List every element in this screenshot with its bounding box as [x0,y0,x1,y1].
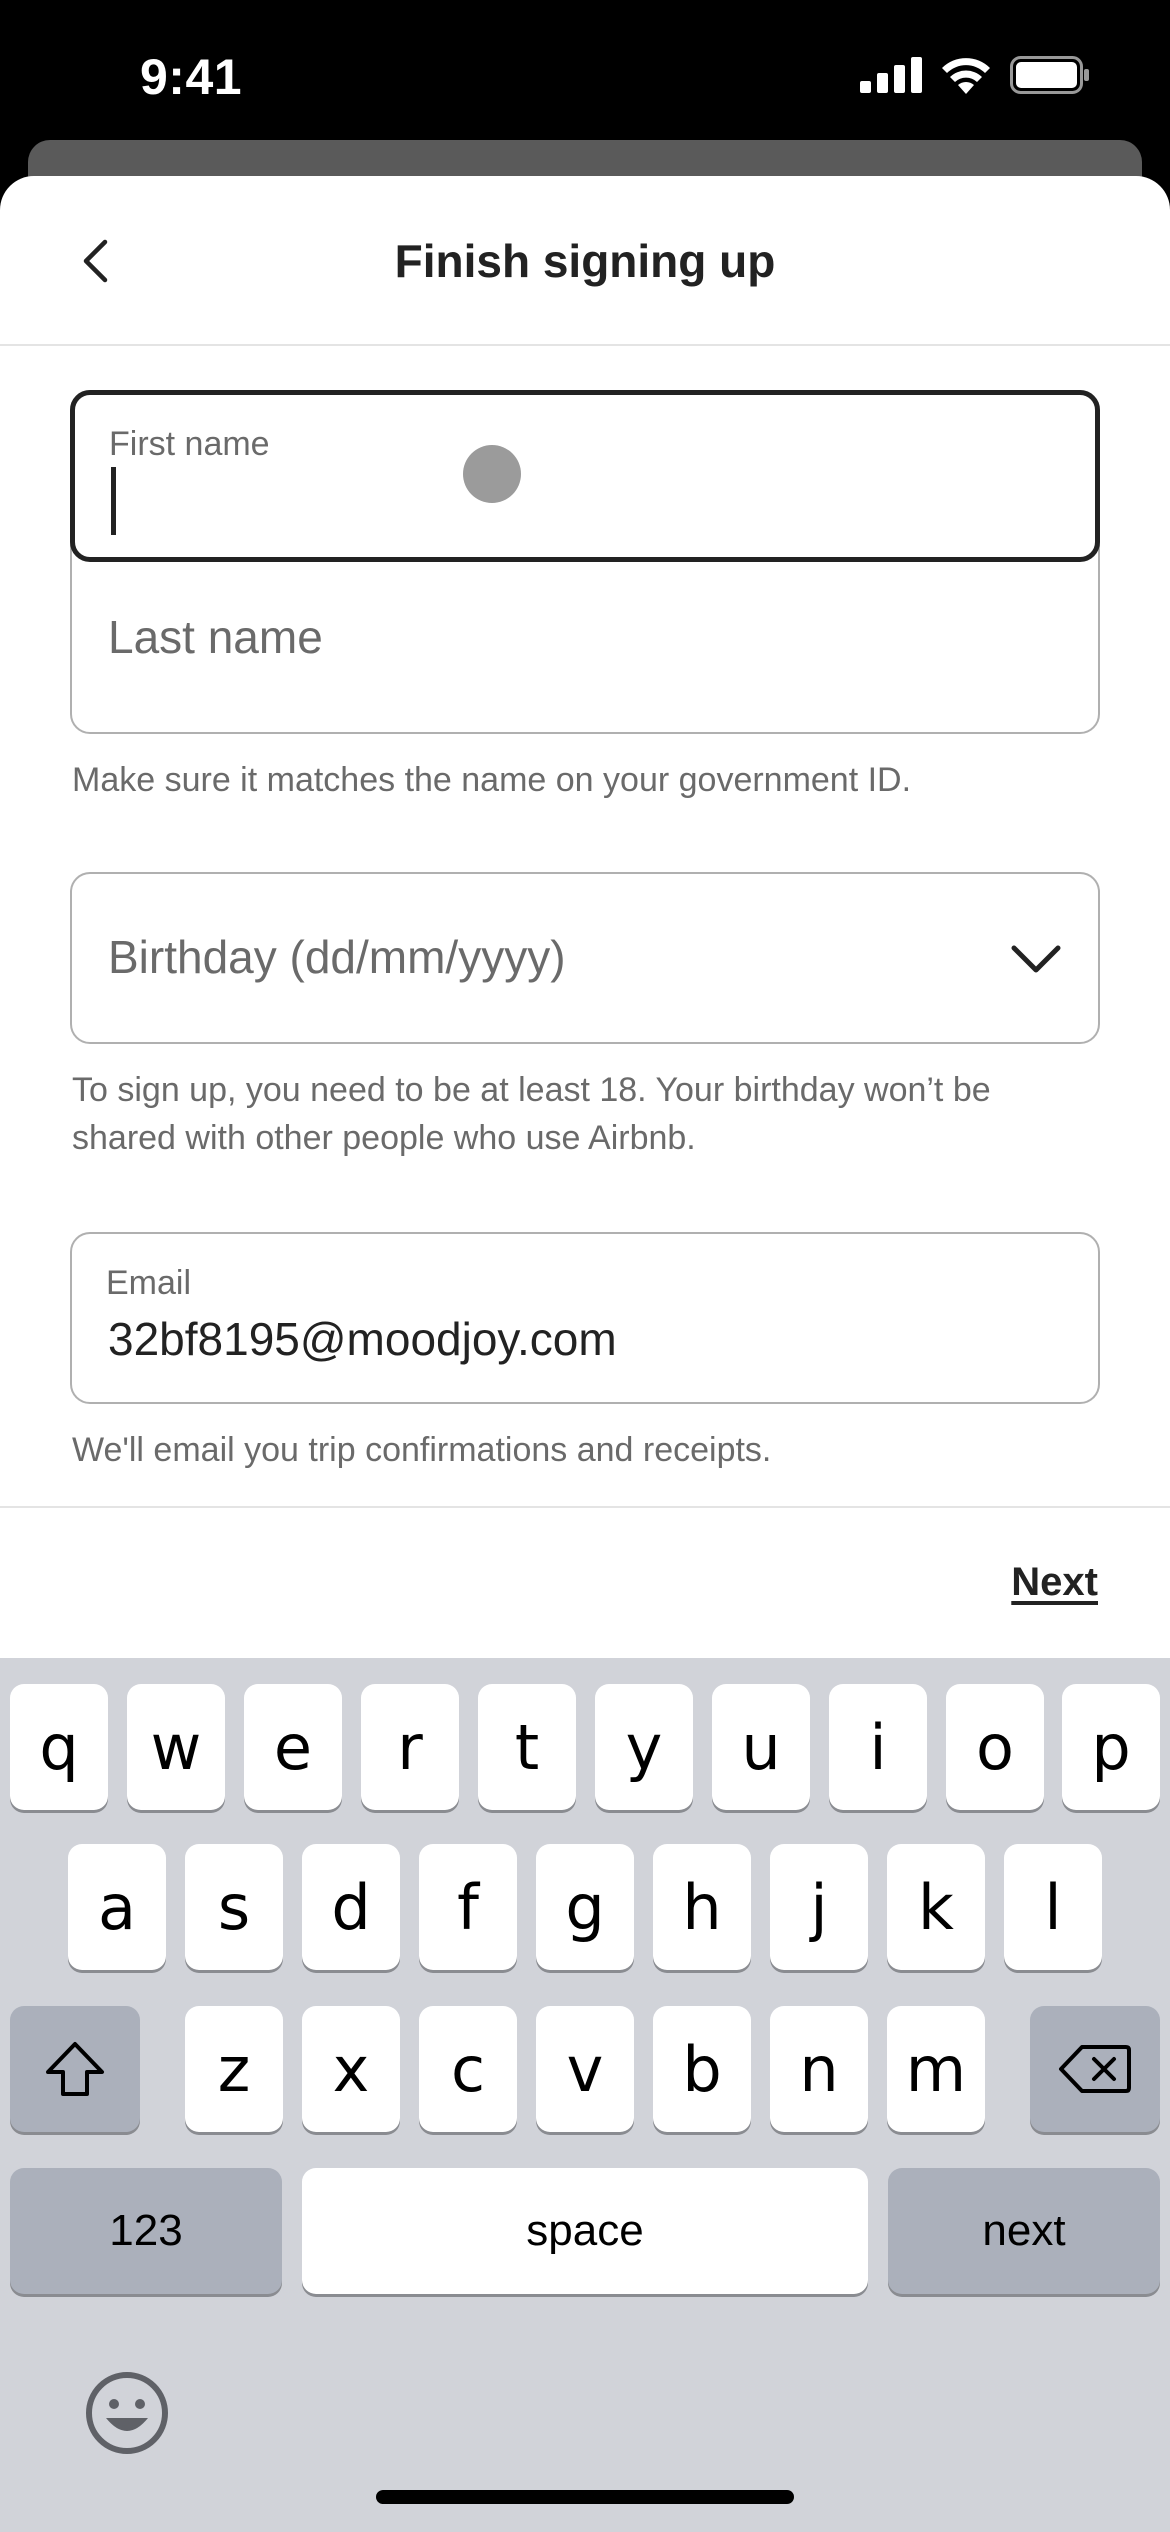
key-k[interactable]: k [887,1844,985,1970]
first-name-field[interactable]: First name [70,390,1100,562]
numbers-key-label: 123 [109,2206,183,2255]
key-l[interactable]: l [1004,1844,1102,1970]
name-field-group: First name Last name [70,390,1100,734]
status-bar: 9:41 [0,0,1170,150]
next-button[interactable]: Next [1011,1560,1098,1605]
chevron-down-icon [1011,945,1061,973]
emoji-icon[interactable] [82,2368,172,2458]
shift-arrow-icon [46,2042,104,2096]
email-field[interactable]: Email 32bf8195@moodjoy.com [70,1232,1100,1404]
key-q[interactable]: q [10,1684,108,1810]
email-value: 32bf8195@moodjoy.com [108,1313,617,1365]
page-title: Finish signing up [394,235,776,287]
key-d[interactable]: d [302,1844,400,1970]
key-y[interactable]: y [595,1684,693,1810]
birthday-helper-line1: To sign up, you need to be at least 18. … [72,1071,991,1109]
backspace-icon [1059,2045,1131,2093]
key-n[interactable]: n [770,2006,868,2132]
name-helper-text: Make sure it matches the name on your go… [72,761,912,799]
key-z[interactable]: z [185,2006,283,2132]
key-e[interactable]: e [244,1684,342,1810]
shift-key[interactable] [10,2006,140,2132]
key-j[interactable]: j [770,1844,868,1970]
space-key[interactable]: space [302,2168,868,2294]
email-helper-text: We'll email you trip confirmations and r… [72,1431,772,1469]
wifi-icon [942,58,990,94]
key-o[interactable]: o [946,1684,1044,1810]
birthday-helper-text: To sign up, you need to be at least 18. … [72,1066,1102,1162]
key-i[interactable]: i [829,1684,927,1810]
status-icons [860,56,1090,94]
touch-indicator [463,445,521,503]
numbers-key[interactable]: 123 [10,2168,282,2294]
text-cursor [111,467,116,535]
delete-key[interactable] [1030,2006,1160,2132]
key-m[interactable]: m [887,2006,985,2132]
space-key-label: space [526,2206,644,2255]
back-button[interactable] [60,226,130,296]
battery-icon [1010,56,1089,94]
birthday-placeholder: Birthday (dd/mm/yyyy) [108,931,566,983]
cellular-signal-icon [860,57,922,93]
return-key-label: next [982,2206,1066,2255]
key-t[interactable]: t [478,1684,576,1810]
key-g[interactable]: g [536,1844,634,1970]
key-p[interactable]: p [1062,1684,1160,1810]
first-name-label: First name [109,425,270,463]
header: Finish signing up [0,176,1170,346]
key-r[interactable]: r [361,1684,459,1810]
home-indicator [376,2490,794,2504]
key-v[interactable]: v [536,2006,634,2132]
email-label: Email [106,1264,192,1302]
footer-divider [0,1506,1170,1508]
key-h[interactable]: h [653,1844,751,1970]
key-c[interactable]: c [419,2006,517,2132]
keyboard: q w e r t y u i o p a s d f g h j k l z … [0,1658,1170,2532]
status-time: 9:41 [140,49,243,105]
chevron-left-icon [83,239,108,283]
birthday-helper-line2: shared with other people who use Airbnb. [72,1119,696,1157]
key-w[interactable]: w [127,1684,225,1810]
key-a[interactable]: a [68,1844,166,1970]
birthday-field[interactable]: Birthday (dd/mm/yyyy) [70,872,1100,1044]
last-name-field[interactable]: Last name [108,610,323,664]
key-s[interactable]: s [185,1844,283,1970]
key-x[interactable]: x [302,2006,400,2132]
key-b[interactable]: b [653,2006,751,2132]
key-f[interactable]: f [419,1844,517,1970]
key-u[interactable]: u [712,1684,810,1810]
return-key[interactable]: next [888,2168,1160,2294]
